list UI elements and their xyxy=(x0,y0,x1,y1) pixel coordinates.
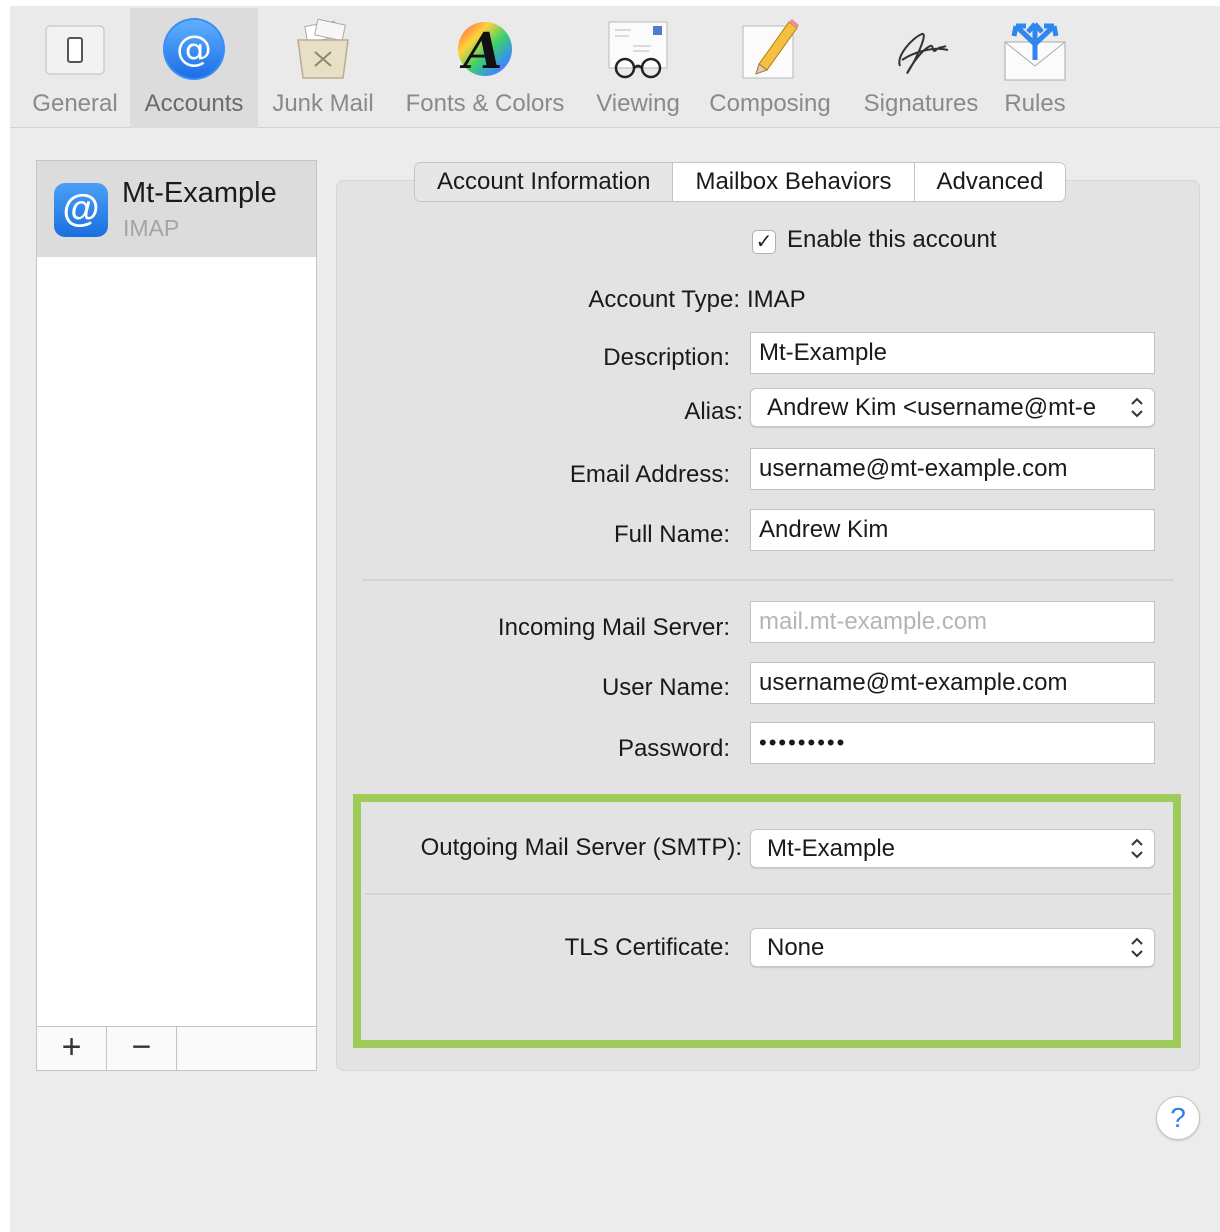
separator xyxy=(365,893,1171,895)
tab-account-information[interactable]: Account Information xyxy=(415,163,674,201)
smtp-server-label: Outgoing Mail Server (SMTP): xyxy=(420,834,742,861)
user-name-field[interactable]: username@mt-example.com xyxy=(750,662,1155,704)
font-color-icon: A xyxy=(458,21,512,80)
help-button[interactable]: ? xyxy=(1156,1096,1200,1140)
toolbar-accounts-label: Accounts xyxy=(144,90,244,117)
account-name: Mt-Example xyxy=(122,177,277,209)
pencil-icon xyxy=(742,19,799,79)
toolbar-rules-label: Rules xyxy=(1004,90,1066,117)
account-type-value: IMAP xyxy=(747,286,806,313)
tab-advanced[interactable]: Advanced xyxy=(914,163,1066,201)
toolbar-signatures-label: Signatures xyxy=(863,90,979,117)
smtp-server-popup[interactable]: Mt-Example xyxy=(750,829,1155,868)
account-list: @ Mt-Example IMAP + − xyxy=(36,160,317,1071)
enable-account-checkbox[interactable]: ✓ xyxy=(752,230,776,254)
toolbar-junk-mail[interactable]: Junk Mail xyxy=(262,8,384,128)
description-label: Description: xyxy=(603,344,730,371)
toolbar-viewing-label: Viewing xyxy=(596,90,680,117)
toolbar-general-label: General xyxy=(32,90,118,117)
tls-certificate-value: None xyxy=(767,934,825,961)
account-list-footer: + − xyxy=(37,1026,316,1070)
enable-account-label: Enable this account xyxy=(787,226,997,253)
at-sign-icon: @ xyxy=(54,183,108,237)
chevron-updown-icon xyxy=(1128,830,1146,867)
description-field[interactable]: Mt-Example xyxy=(750,332,1155,374)
user-name-label: User Name: xyxy=(601,674,730,701)
general-switch-icon xyxy=(45,25,105,75)
at-sign-icon: @ xyxy=(163,18,225,80)
email-address-field[interactable]: username@mt-example.com xyxy=(750,448,1155,490)
alias-value: Andrew Kim <username@mt-e xyxy=(767,394,1097,421)
toolbar-rules[interactable]: Rules xyxy=(996,8,1074,128)
full-name-label: Full Name: xyxy=(613,521,730,548)
toolbar-viewing[interactable]: Viewing xyxy=(586,8,690,128)
add-account-button[interactable]: + xyxy=(37,1027,107,1070)
alias-popup[interactable]: Andrew Kim <username@mt-e xyxy=(750,388,1155,427)
tls-certificate-label: TLS Certificate: xyxy=(564,934,730,961)
toolbar-composing[interactable]: Composing xyxy=(698,8,842,128)
tab-mailbox-behaviors[interactable]: Mailbox Behaviors xyxy=(673,163,915,201)
smtp-server-value: Mt-Example xyxy=(767,835,896,862)
full-name-field[interactable]: Andrew Kim xyxy=(750,509,1155,551)
password-field[interactable]: ••••••••• xyxy=(750,722,1155,764)
preferences-toolbar: General @ Accounts Junk Mail A Fonts & C… xyxy=(10,6,1220,128)
rules-envelope-icon xyxy=(1004,22,1066,81)
alias-label: Alias: xyxy=(684,398,743,425)
svg-text:A: A xyxy=(460,21,503,80)
chevron-updown-icon xyxy=(1128,929,1146,966)
junk-trash-icon xyxy=(297,18,349,79)
toolbar-junk-mail-label: Junk Mail xyxy=(272,90,374,117)
password-label: Password: xyxy=(617,735,730,762)
toolbar-general[interactable]: General xyxy=(22,8,128,128)
account-row[interactable]: @ Mt-Example IMAP xyxy=(37,161,316,257)
toolbar-fonts-colors-label: Fonts & Colors xyxy=(405,90,565,117)
toolbar-accounts[interactable]: @ Accounts xyxy=(130,8,258,128)
email-address-label: Email Address: xyxy=(569,461,730,488)
glasses-icon xyxy=(608,21,668,79)
svg-text:@: @ xyxy=(176,29,212,70)
toolbar-composing-label: Composing xyxy=(709,90,831,117)
chevron-updown-icon xyxy=(1128,389,1146,426)
toolbar-signatures[interactable]: Signatures xyxy=(850,8,992,128)
account-type: IMAP xyxy=(123,215,180,241)
signature-icon xyxy=(898,33,949,74)
tls-certificate-popup[interactable]: None xyxy=(750,928,1155,967)
incoming-server-field[interactable]: mail.mt-example.com xyxy=(750,601,1155,643)
account-type-label: Account Type: xyxy=(588,286,740,313)
toolbar-fonts-colors[interactable]: A Fonts & Colors xyxy=(392,8,578,128)
account-tabs: Account Information Mailbox Behaviors Ad… xyxy=(414,162,1067,202)
remove-account-button[interactable]: − xyxy=(107,1027,177,1070)
separator xyxy=(362,579,1174,581)
incoming-server-label: Incoming Mail Server: xyxy=(497,614,730,641)
